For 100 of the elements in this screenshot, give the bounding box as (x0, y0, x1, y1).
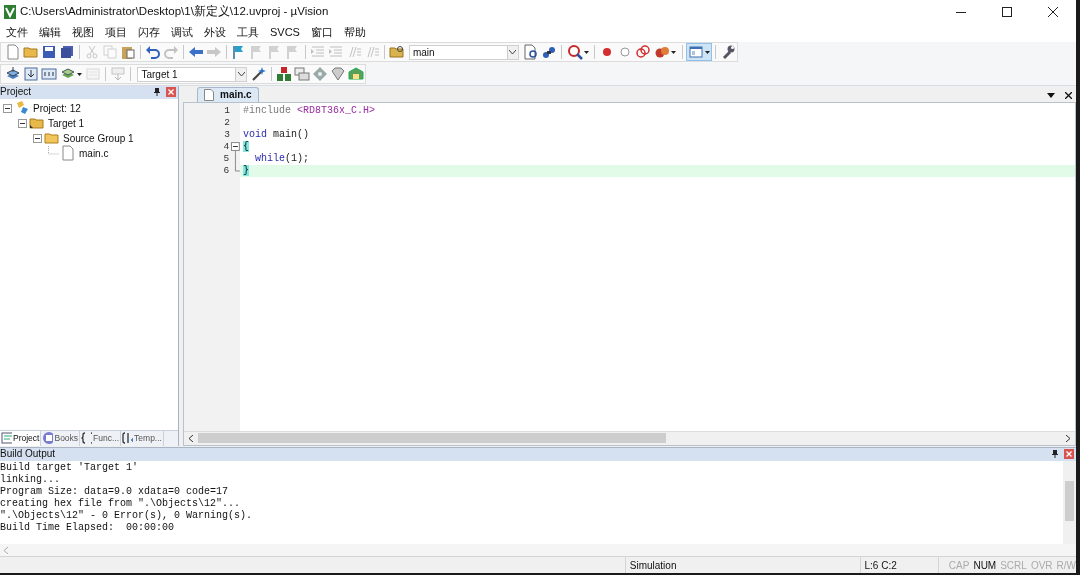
folder-icon (29, 115, 45, 132)
combo-box[interactable]: main (408, 44, 519, 60)
tree-item[interactable]: Source Group 1 (63, 130, 134, 146)
menu-item[interactable]: 外设 (200, 27, 230, 39)
magic-wand-icon (251, 66, 268, 83)
output-line: linking... (0, 473, 61, 486)
caret-icon (583, 50, 589, 54)
menu-item[interactable]: 文件 (2, 27, 32, 39)
combo-box[interactable]: Target 1 (137, 66, 248, 82)
status-indicator: CAP (948, 558, 970, 573)
cursor-position: L:6 C:2 (864, 558, 897, 573)
horizontal-scrollbar[interactable] (0, 544, 1076, 557)
collapse-icon[interactable] (33, 133, 42, 143)
file-icon (60, 145, 76, 162)
tree-item[interactable]: Project: 12 (33, 100, 81, 116)
minimize-icon (956, 11, 966, 13)
caret-icon (237, 72, 245, 77)
output-line: Program Size: data=9.0 xdata=0 code=17 (0, 485, 230, 498)
menu-item[interactable]: 帮助 (339, 27, 370, 39)
tree-item[interactable]: Target 1 (48, 115, 85, 131)
scrollbar-thumb[interactable] (1065, 480, 1074, 521)
folder-search-icon (388, 44, 405, 61)
window-title: C:\Users\Administrator\Desktop\1\新定义\12.uvproj - µVision (20, 4, 329, 20)
folder-icon (44, 130, 60, 147)
menu-item[interactable]: 窗口 (306, 27, 337, 39)
menu-item[interactable]: 工具 (233, 27, 263, 39)
status-indicator: OVR (1030, 558, 1053, 573)
book-icon (42, 431, 54, 446)
line-number: 4 (222, 139, 230, 154)
line-number: 3 (223, 127, 230, 142)
colored-blocks-button[interactable] (275, 65, 293, 84)
panel-tab[interactable]: Temp... (121, 430, 164, 446)
download-icon (110, 66, 127, 83)
caret-icon (77, 72, 83, 76)
line-number: 1 (223, 103, 230, 118)
close-icon[interactable] (1065, 91, 1072, 99)
window-layout-button[interactable] (685, 43, 713, 62)
pin-icon[interactable] (1052, 450, 1058, 459)
line-number: 2 (223, 115, 230, 130)
pin-icon[interactable] (154, 88, 160, 97)
diamond-button[interactable] (311, 65, 329, 84)
document-search-button[interactable] (521, 43, 540, 62)
build-target-button[interactable] (22, 65, 40, 84)
copy-icon (102, 44, 118, 61)
vertical-scrollbar[interactable] (1063, 460, 1076, 545)
collapse-icon[interactable] (18, 118, 27, 128)
app-icon (4, 5, 16, 19)
output-line: creating hex file from ".\Objects\12"... (0, 497, 242, 510)
menu-item[interactable]: 编辑 (35, 27, 65, 39)
save-all-icon (59, 44, 75, 61)
status-indicator: NUM (973, 558, 997, 573)
status-indicator: R/W (1056, 558, 1076, 573)
panel-tab[interactable]: Project (0, 430, 42, 446)
panel-title: Build Output (0, 449, 56, 460)
caret-icon (509, 50, 517, 55)
collapse-icon[interactable] (3, 103, 12, 113)
panel-title: Project (0, 87, 32, 98)
caret-icon (671, 50, 677, 54)
folder-icon (23, 44, 39, 61)
dropdown-arrow-icon[interactable] (1047, 92, 1055, 98)
scroll-left-icon[interactable] (189, 434, 193, 442)
colored-blocks-icon (276, 66, 292, 83)
output-line: Build target 'Target 1' (0, 461, 140, 474)
maximize-icon (1002, 7, 1012, 17)
rebuild-icon (41, 66, 57, 83)
menu-item[interactable]: 闪存 (134, 27, 164, 39)
scrollbar-thumb[interactable] (198, 433, 666, 444)
scissors-icon (84, 44, 100, 61)
build-target-icon (23, 66, 39, 83)
code-line: void main() (242, 128, 310, 141)
status-mode: Simulation (629, 558, 677, 573)
menu-item[interactable]: 视图 (68, 27, 98, 39)
menu-item[interactable]: SVCS (266, 27, 304, 39)
project-icon (14, 100, 30, 117)
package-icon (348, 66, 364, 83)
output-line: Build Time Elapsed: 00:00:00 (0, 521, 176, 534)
caret-icon (704, 50, 710, 54)
undo-icon (144, 44, 161, 61)
redo-icon (162, 44, 179, 61)
project-icon (1, 431, 12, 446)
stacked-windows-button[interactable] (293, 65, 311, 84)
template-icon (122, 431, 134, 446)
linked-circles-icon (635, 44, 652, 61)
status-indicator: SCRL (1000, 558, 1027, 573)
gem-icon (330, 66, 346, 83)
menu-item[interactable]: 调试 (167, 27, 197, 39)
panel-tab[interactable]: Func... (80, 430, 122, 446)
editor-tab[interactable]: main.c (197, 86, 259, 102)
fold-toggle-icon[interactable] (231, 140, 240, 153)
panel-tab[interactable]: Books (41, 430, 81, 446)
close-icon (1048, 7, 1058, 17)
code-line: while(1); (254, 152, 310, 167)
line-number: 6 (222, 163, 230, 178)
output-line: ".\Objects\12" - 0 Error(s), 0 Warning(s). (0, 509, 254, 522)
line-number: 5 (222, 151, 230, 166)
braces-icon (81, 431, 93, 446)
menu-item[interactable]: 项目 (101, 27, 131, 39)
tree-item[interactable]: main.c (79, 145, 109, 161)
code-line: #include <RD8T36x_C.H> (242, 104, 376, 119)
scroll-right-icon[interactable] (1066, 434, 1070, 442)
